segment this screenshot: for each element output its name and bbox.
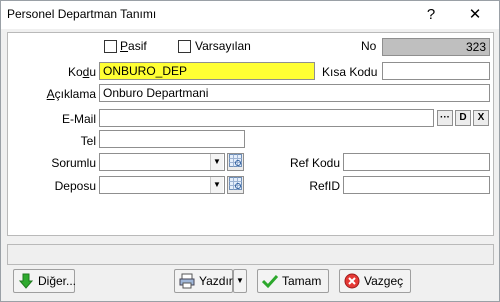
ref-kodu-label: Ref Kodu — [289, 156, 340, 170]
sorumlu-dropdown-arrow-icon[interactable]: ▼ — [210, 154, 223, 170]
form-panel: Pasif Varsayılan No 323 Kodu ONBURO_DEP … — [7, 32, 494, 236]
window-title: Personel Departman Tanımı — [7, 7, 157, 21]
varsayilan-checkbox[interactable] — [178, 40, 191, 53]
red-cancel-icon — [344, 273, 360, 289]
deposu-label: Deposu — [54, 179, 96, 193]
refid-label: RefID — [309, 179, 340, 193]
email-x-button[interactable]: X — [473, 110, 489, 126]
pasif-label: Pasif — [120, 39, 147, 53]
email-label: E-Mail — [61, 112, 96, 126]
kisa-kodu-field[interactable] — [382, 62, 490, 80]
sorumlu-lookup-icon[interactable] — [227, 153, 244, 171]
tel-field[interactable] — [99, 130, 245, 148]
close-button[interactable]: ✕ — [460, 3, 490, 27]
diger-label: Diğer... — [38, 274, 77, 288]
diger-button[interactable]: Diğer... — [13, 269, 77, 293]
green-down-arrow-icon — [18, 273, 34, 289]
sorumlu-label: Sorumlu — [51, 156, 96, 170]
kodu-label: Kodu — [67, 65, 96, 79]
tamam-label: Tamam — [282, 274, 322, 288]
email-more-button[interactable]: ··· — [437, 110, 453, 126]
no-field: 323 — [382, 38, 490, 56]
yazdir-dropdown-arrow-icon[interactable]: ▼ — [233, 269, 247, 293]
kisa-kodu-label: Kısa Kodu — [322, 65, 378, 79]
deposu-lookup-icon[interactable] — [227, 176, 244, 194]
deposu-dropdown-arrow-icon[interactable]: ▼ — [210, 177, 223, 193]
no-label: No — [361, 39, 377, 53]
sorumlu-select[interactable] — [99, 153, 225, 171]
yazdir-label: Yazdır — [199, 274, 233, 288]
vazgec-button[interactable]: Vazgeç — [339, 269, 411, 293]
help-button[interactable]: ? — [416, 3, 446, 27]
dialog-window: Personel Departman Tanımı ? ✕ Pasif Vars… — [0, 0, 500, 302]
green-check-icon — [262, 274, 278, 289]
aciklama-label: Açıklama — [46, 87, 96, 101]
title-bar: Personel Departman Tanımı ? ✕ — [1, 1, 499, 29]
vazgec-label: Vazgeç — [364, 274, 404, 288]
tel-label: Tel — [80, 134, 96, 148]
varsayilan-label: Varsayılan — [195, 39, 251, 53]
email-d-button[interactable]: D — [455, 110, 471, 126]
status-bar — [7, 244, 494, 265]
printer-icon — [179, 273, 195, 289]
refid-field[interactable] — [343, 176, 490, 194]
kodu-field[interactable]: ONBURO_DEP — [99, 62, 315, 80]
email-field[interactable] — [99, 109, 434, 127]
tamam-button[interactable]: Tamam — [257, 269, 329, 293]
aciklama-field[interactable]: Onburo Departmani — [99, 84, 490, 102]
pasif-checkbox[interactable] — [104, 40, 117, 53]
yazdir-button[interactable]: Yazdır — [174, 269, 233, 293]
deposu-select[interactable] — [99, 176, 225, 194]
ref-kodu-field[interactable] — [343, 153, 490, 171]
